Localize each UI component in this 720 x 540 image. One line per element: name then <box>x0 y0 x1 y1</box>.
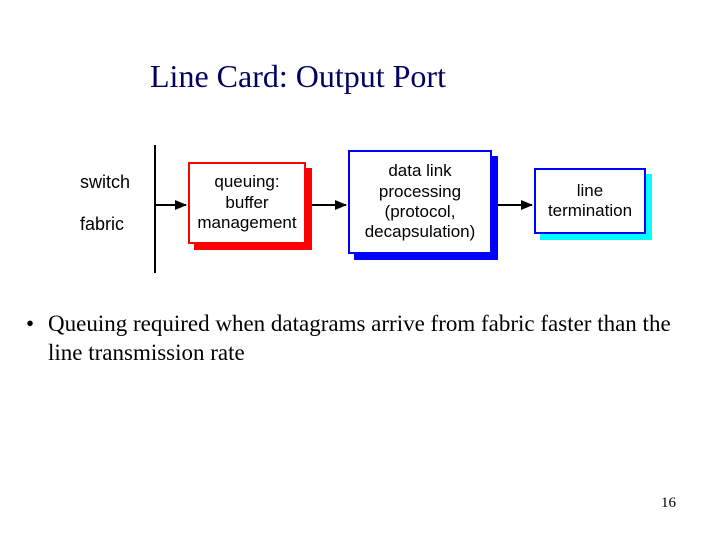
datalink-line2: processing <box>365 182 476 202</box>
lineterm-line2: termination <box>548 201 632 221</box>
lineterm-line1: line <box>548 181 632 201</box>
output-port-diagram: switch fabric queuing: buffer management… <box>72 140 654 280</box>
arrow-fabric-to-queuing <box>156 204 186 206</box>
page-number: 16 <box>661 495 676 512</box>
datalink-line1: data link <box>365 161 476 181</box>
queuing-line2: buffer <box>197 193 296 213</box>
bullet-text: Queuing required when datagrams arrive f… <box>48 310 690 368</box>
fabric-boundary-line <box>154 145 156 273</box>
queuing-box: queuing: buffer management <box>188 162 310 246</box>
queuing-box-text: queuing: buffer management <box>197 172 296 233</box>
bullet-item: Queuing required when datagrams arrive f… <box>26 310 690 368</box>
queuing-line3: management <box>197 213 296 233</box>
switch-fabric-label: switch fabric <box>80 170 130 237</box>
datalink-line3: (protocol, <box>365 202 476 222</box>
queuing-box-face: queuing: buffer management <box>188 162 306 244</box>
datalink-line4: decapsulation) <box>365 222 476 242</box>
arrow-datalink-to-lineterm <box>498 204 532 206</box>
queuing-line1: queuing: <box>197 172 296 192</box>
lineterm-box: line termination <box>534 168 652 240</box>
datalink-box: data link processing (protocol, decapsul… <box>348 150 498 260</box>
switch-label-line1: switch <box>80 170 130 194</box>
lineterm-box-text: line termination <box>548 181 632 222</box>
lineterm-box-face: line termination <box>534 168 646 234</box>
datalink-box-text: data link processing (protocol, decapsul… <box>365 161 476 243</box>
datalink-box-face: data link processing (protocol, decapsul… <box>348 150 492 254</box>
switch-label-line2: fabric <box>80 212 130 236</box>
slide-title: Line Card: Output Port <box>150 58 446 95</box>
arrow-queuing-to-datalink <box>312 204 346 206</box>
